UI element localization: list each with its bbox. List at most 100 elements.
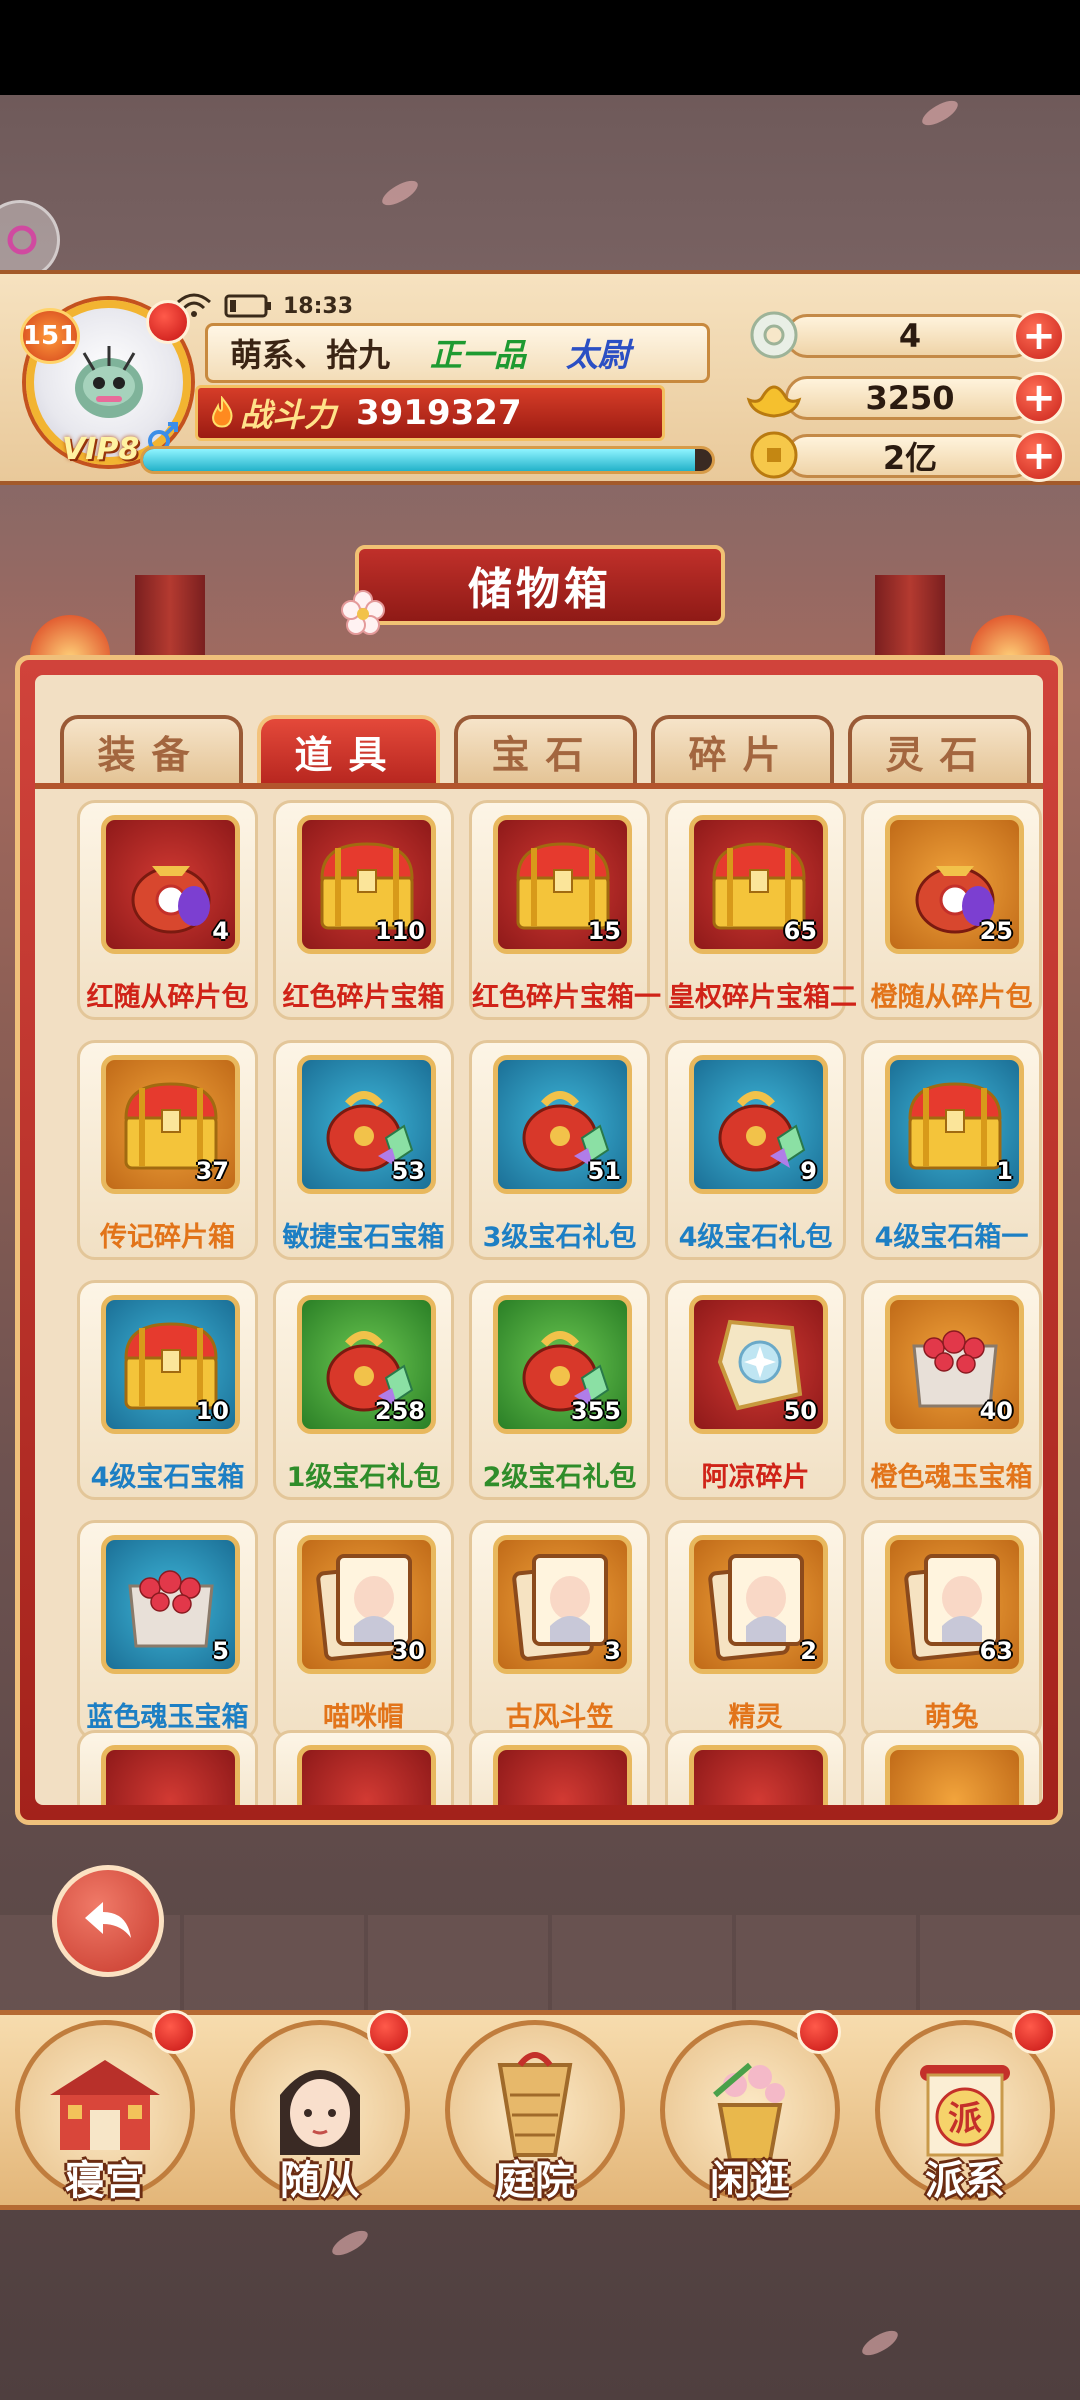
inventory-item[interactable]: 15 红色碎片宝箱一 (469, 800, 661, 1020)
item-quantity: 5 (212, 1637, 229, 1665)
player-avatar-group[interactable]: 151 VIP8 (16, 300, 196, 470)
item-icon-frame: 53 (297, 1055, 436, 1194)
inventory-item[interactable]: 37 传记碎片箱 (77, 1040, 258, 1260)
nav-stroll[interactable]: 闲逛 (655, 2010, 845, 2210)
nav-palace[interactable]: 寝宫 (10, 2010, 200, 2210)
inventory-item[interactable]: 1 4级宝石箱一 (861, 1040, 1042, 1260)
item-icon-frame: 50 (689, 1295, 828, 1434)
notification-dot (367, 2010, 411, 2054)
inventory-item[interactable]: 9 4级宝石礼包 (665, 1040, 846, 1260)
inventory-item[interactable]: 25 橙随从碎片包 (861, 800, 1042, 1020)
inventory-item[interactable]: 53 敏捷宝石宝箱 (273, 1040, 454, 1260)
item-icon-frame: 110 (297, 815, 436, 954)
item-name: 红色碎片宝箱一 (472, 982, 661, 1013)
inventory-item[interactable]: 30 喵咪帽 (273, 1520, 454, 1740)
inventory-item[interactable]: 10 4级宝石宝箱 (77, 1280, 258, 1500)
item-icon-frame: 1 (885, 1055, 1024, 1194)
item-quantity: 37 (195, 1157, 229, 1185)
inventory-item[interactable]: 51 3级宝石礼包 (469, 1040, 650, 1260)
item-icon-frame (885, 1745, 1024, 1805)
item-name: 1级宝石礼包 (286, 1462, 441, 1493)
inventory-item[interactable] (273, 1730, 454, 1805)
item-icon-frame: 63 (885, 1535, 1024, 1674)
tab-items[interactable]: 道具 (257, 715, 440, 783)
item-name: 敏捷宝石宝箱 (282, 1222, 445, 1253)
item-quantity: 40 (979, 1397, 1013, 1425)
item-quantity: 25 (979, 917, 1013, 945)
inventory-item[interactable]: 3 古风斗笠 (469, 1520, 650, 1740)
vip-badge: VIP8 (62, 432, 140, 467)
combat-power-label-group: 战斗力 (208, 390, 336, 436)
nav-label: 闲逛 (710, 2158, 790, 2204)
currency-value: 4 (898, 317, 922, 355)
item-quantity: 1 (996, 1157, 1013, 1185)
inventory-item[interactable]: 4 红随从碎片包 (77, 800, 258, 1020)
currency-track: 3250 (785, 376, 1035, 420)
back-button[interactable] (52, 1865, 164, 1977)
flame-icon (212, 396, 233, 428)
player-rank: 正一品 (430, 336, 527, 374)
item-quantity: 355 (570, 1397, 621, 1425)
add-jade-button[interactable]: + (1013, 310, 1065, 362)
notification-dot (152, 2010, 196, 2054)
tab-equipment[interactable]: 装备 (60, 715, 243, 783)
item-quantity: 63 (979, 1637, 1013, 1665)
notification-dot (797, 2010, 841, 2054)
item-quantity: 258 (374, 1397, 425, 1425)
inventory-item[interactable] (77, 1730, 258, 1805)
inventory-item[interactable]: 65 皇权碎片宝箱二 (665, 800, 857, 1020)
level-badge: 151 (20, 308, 80, 364)
item-quantity: 10 (195, 1397, 229, 1425)
item-quantity: 30 (391, 1637, 425, 1665)
inventory-item[interactable]: 355 2级宝石礼包 (469, 1280, 650, 1500)
tab-fragments[interactable]: 碎片 (651, 715, 834, 783)
currency-coin: 2亿 + (745, 428, 1065, 482)
petal (918, 96, 962, 130)
item-quantity: 50 (783, 1397, 817, 1425)
nav-label: 庭院 (495, 2158, 575, 2204)
inventory-item[interactable]: 40 橙色魂玉宝箱 (861, 1280, 1042, 1500)
inventory-item[interactable]: 258 1级宝石礼包 (273, 1280, 454, 1500)
currency-jade: 4 + (745, 308, 1065, 362)
storage-title-banner: 储物箱 (355, 545, 725, 625)
inventory-item[interactable]: 50 阿凉碎片 (665, 1280, 846, 1500)
item-name: 4级宝石礼包 (678, 1222, 833, 1253)
inventory-item[interactable] (861, 1730, 1042, 1805)
nav-faction[interactable]: 派 派系 (870, 2010, 1060, 2210)
inventory-item[interactable]: 110 红色碎片宝箱 (273, 800, 454, 1020)
tab-spirit-stones[interactable]: 灵石 (848, 715, 1031, 783)
item-name: 橙色魂玉宝箱 (870, 1462, 1033, 1493)
coin-icon (750, 431, 798, 479)
inventory-item[interactable] (469, 1730, 650, 1805)
item-icon-frame: 5 (101, 1535, 240, 1674)
item-icon-frame (493, 1745, 632, 1805)
item-quantity: 2 (800, 1637, 817, 1665)
add-coin-button[interactable]: + (1013, 430, 1065, 482)
inventory-item[interactable]: 63 萌兔 (861, 1520, 1042, 1740)
nav-label: 随从 (280, 2158, 360, 2204)
currency-value: 2亿 (882, 439, 938, 477)
currency-value: 3250 (865, 379, 955, 417)
item-quantity: 4 (212, 917, 229, 945)
inventory-item[interactable]: 2 精灵 (665, 1520, 846, 1740)
nav-followers[interactable]: 随从 (225, 2010, 415, 2210)
item-icon-frame: 65 (689, 815, 828, 954)
petal (328, 2226, 372, 2260)
item-name: 阿凉碎片 (701, 1462, 810, 1493)
inventory-item[interactable]: 5 蓝色魂玉宝箱 (77, 1520, 258, 1740)
item-grid: 4 红随从碎片包 110 红色碎片宝箱 15 红色碎片宝箱一 65 皇权碎片宝箱二 25 橙随从碎… (77, 800, 1042, 1740)
item-icon-frame: 37 (101, 1055, 240, 1194)
tab-gems[interactable]: 宝石 (454, 715, 637, 783)
item-name: 红随从碎片包 (86, 982, 249, 1013)
currency-gold: 3250 + (745, 370, 1065, 424)
item-icon-frame (297, 1745, 436, 1805)
currency-track: 2亿 (785, 434, 1035, 478)
nav-courtyard[interactable]: 庭院 (440, 2020, 630, 2210)
inventory-item[interactable] (665, 1730, 846, 1805)
tab-divider (35, 783, 1043, 789)
category-tabs: 装备 道具 宝石 碎片 灵石 (60, 715, 1031, 783)
combat-power-bar: 战斗力 3919327 (195, 385, 665, 441)
add-gold-button[interactable]: + (1013, 372, 1065, 424)
item-icon-frame (689, 1745, 828, 1805)
system-top-bar (0, 0, 1080, 95)
